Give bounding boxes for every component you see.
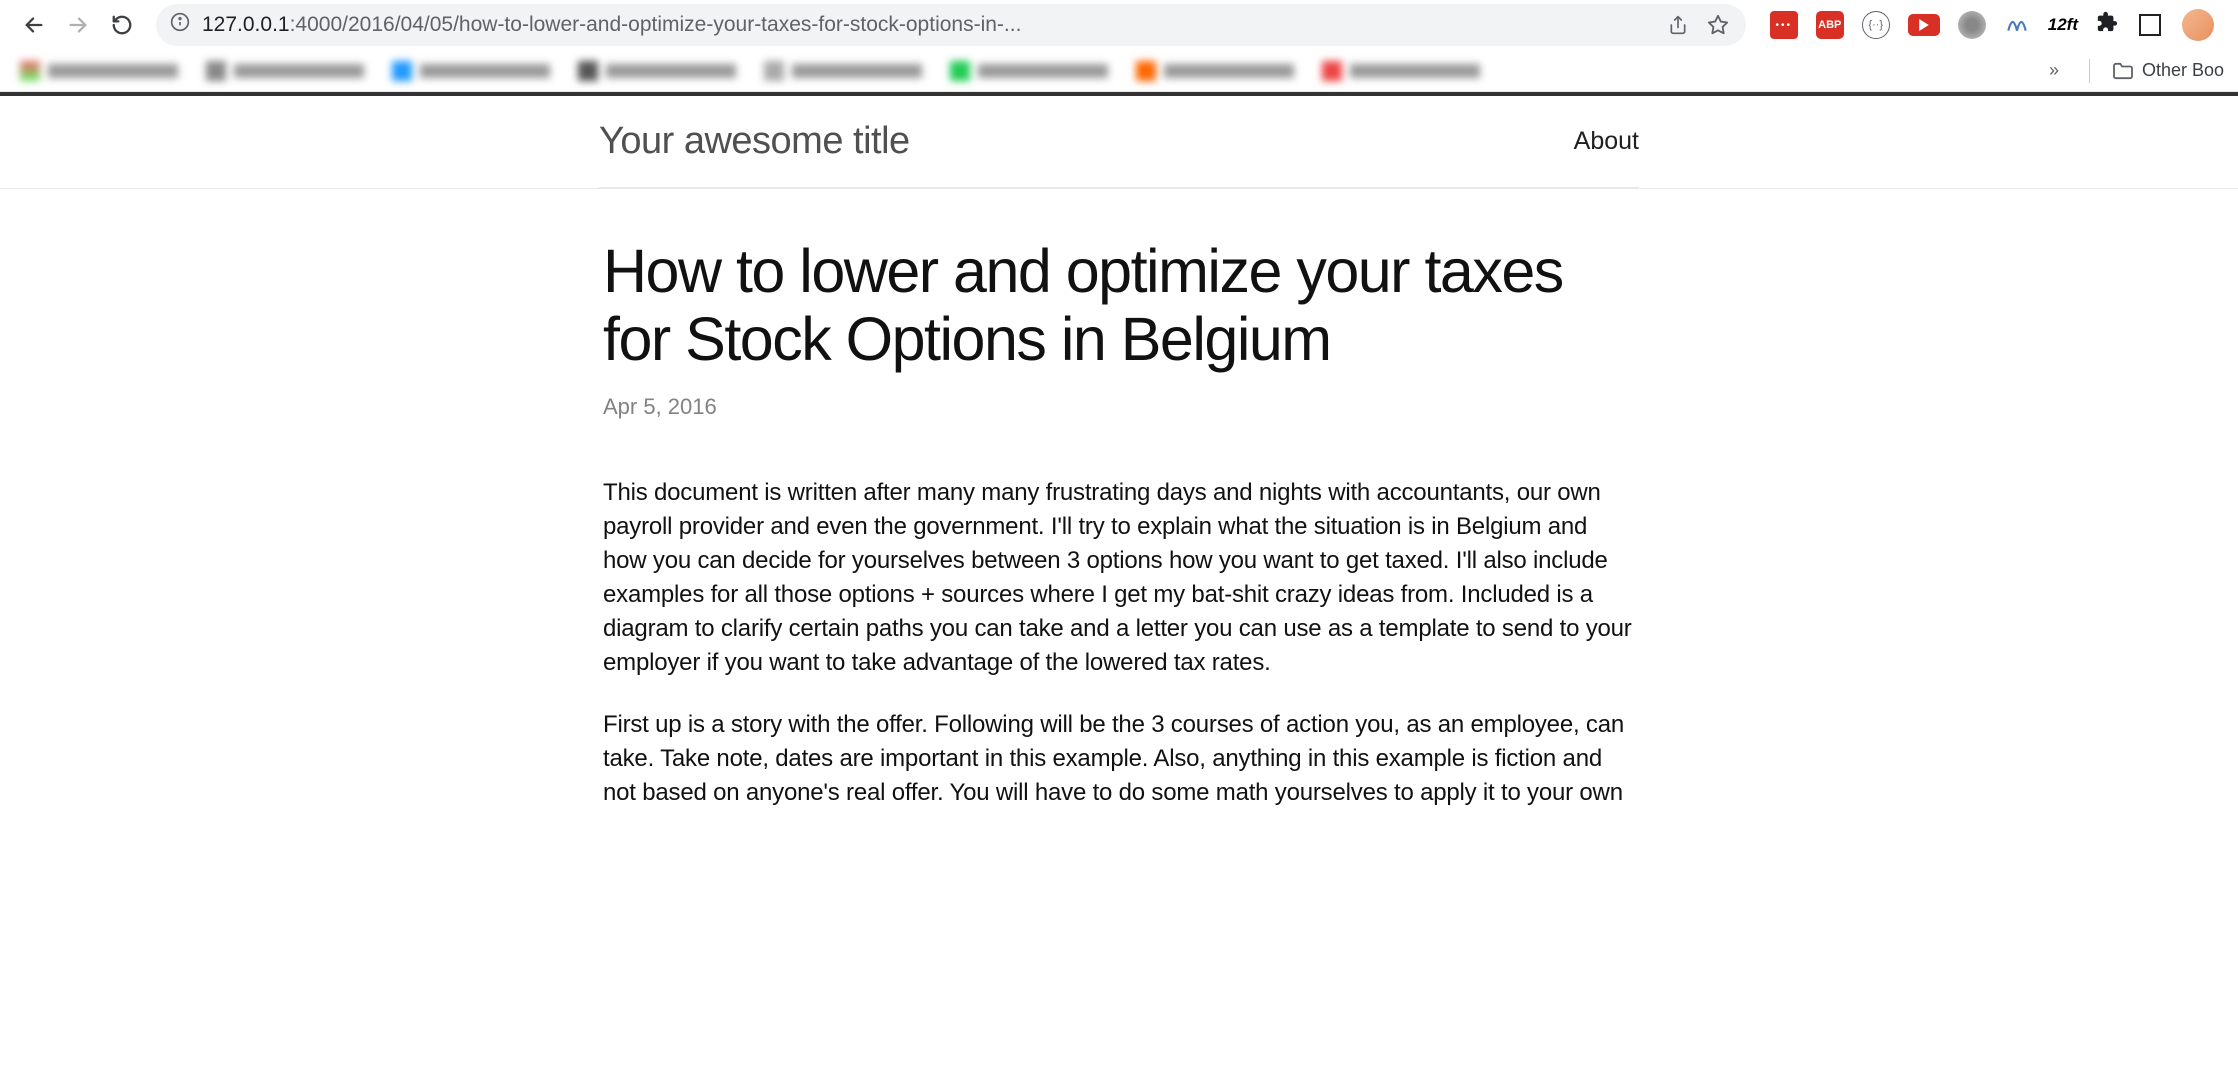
address-bar[interactable]: 127.0.0.1:4000/2016/04/05/how-to-lower-a… [156, 4, 1746, 46]
extensions-area: ••• ABP {··} 12ft [1760, 9, 2224, 42]
bookmark-item[interactable] [14, 57, 184, 85]
side-panel-icon[interactable] [2136, 11, 2164, 39]
bookmark-item[interactable] [1130, 57, 1300, 85]
url-host: 127.0.0.1 [202, 13, 290, 36]
nav-about-link[interactable]: About [1574, 127, 1639, 155]
extension-youtube-icon[interactable] [1908, 14, 1940, 36]
url-text: 127.0.0.1:4000/2016/04/05/how-to-lower-a… [202, 13, 1652, 37]
bookmark-item[interactable] [386, 57, 556, 85]
divider [2089, 59, 2090, 83]
bookmark-item[interactable] [200, 57, 370, 85]
extension-lastpass-icon[interactable]: ••• [1770, 11, 1798, 39]
extensions-menu-icon[interactable] [2096, 11, 2118, 40]
other-bookmarks-folder[interactable]: Other Boo [2112, 60, 2224, 81]
url-path: :4000/2016/04/05/how-to-lower-and-optimi… [290, 13, 1022, 36]
bookmark-item[interactable] [572, 57, 742, 85]
bookmarks-overflow-icon[interactable]: » [2041, 60, 2067, 81]
bookmark-item[interactable] [758, 57, 928, 85]
forward-button[interactable] [58, 5, 98, 45]
site-info-icon[interactable] [170, 12, 190, 38]
extension-12ft-icon[interactable]: 12ft [2048, 15, 2078, 35]
post-content: How to lower and optimize your taxes for… [599, 237, 1639, 810]
bookmark-item[interactable] [1316, 57, 1486, 85]
bookmark-star-icon[interactable] [1704, 11, 1732, 39]
extension-gray-icon[interactable] [1958, 11, 1986, 39]
site-nav: About [1574, 127, 1639, 156]
post-paragraph: This document is written after many many… [603, 476, 1635, 680]
extension-adblock-icon[interactable]: ABP [1816, 11, 1844, 39]
post-body: This document is written after many many… [603, 476, 1635, 811]
bookmarks-bar: » Other Boo [0, 50, 2238, 92]
extension-devtools-icon[interactable]: {··} [1862, 11, 1890, 39]
extension-wing-icon[interactable] [2004, 9, 2030, 42]
site-header: Your awesome title About [599, 96, 1639, 188]
post-paragraph: First up is a story with the offer. Foll… [603, 708, 1635, 810]
share-icon[interactable] [1664, 11, 1692, 39]
back-button[interactable] [14, 5, 54, 45]
post-date: Apr 5, 2016 [603, 394, 1635, 420]
other-bookmarks-label: Other Boo [2142, 60, 2224, 81]
profile-avatar-icon[interactable] [2182, 9, 2214, 41]
bookmark-item[interactable] [944, 57, 1114, 85]
reload-button[interactable] [102, 5, 142, 45]
browser-toolbar: 127.0.0.1:4000/2016/04/05/how-to-lower-a… [0, 0, 2238, 50]
post-title: How to lower and optimize your taxes for… [603, 237, 1635, 374]
site-title-link[interactable]: Your awesome title [599, 120, 910, 163]
